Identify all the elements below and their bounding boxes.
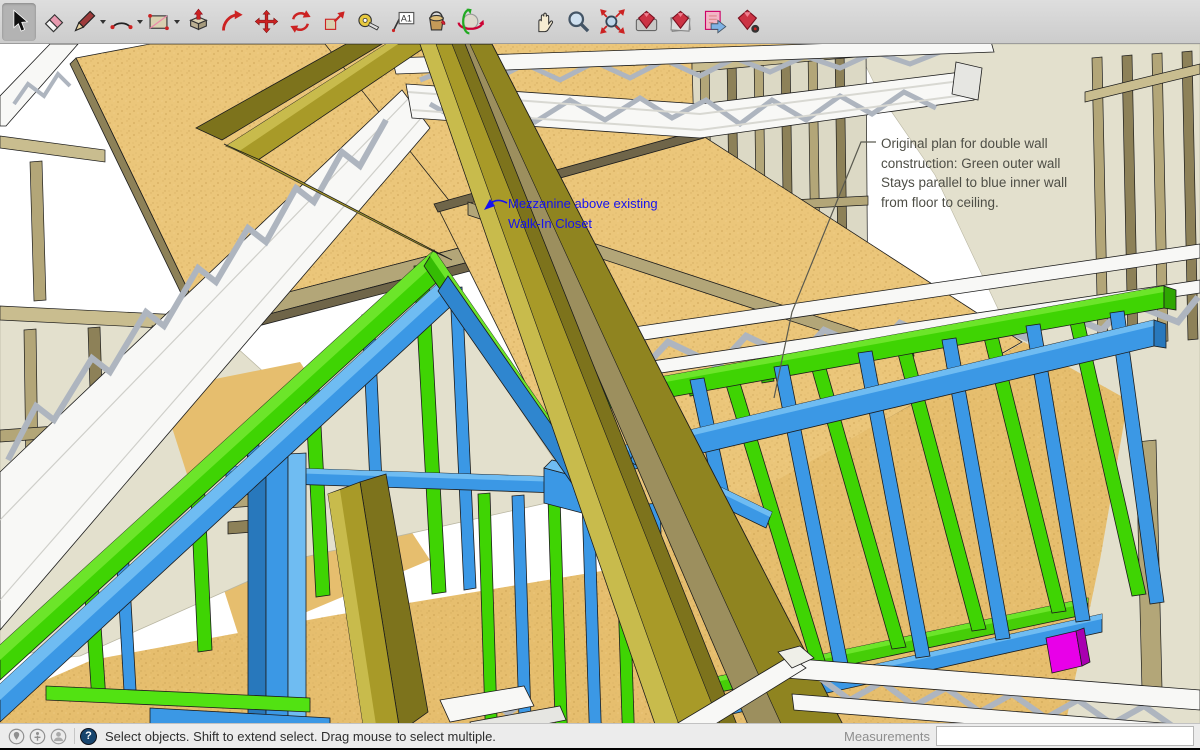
annotation-line: Original plan for double wall — [881, 134, 1067, 154]
magnifier-icon — [565, 8, 592, 35]
tape-measure-tool-button[interactable] — [351, 3, 385, 41]
statusbar-separator — [74, 728, 75, 744]
annotation-line: Walk-In Closet — [508, 214, 658, 234]
plugin-gem-export-button[interactable] — [697, 3, 731, 41]
scale-tool-button[interactable] — [317, 3, 351, 41]
zoom-extents-icon — [599, 8, 626, 35]
tape-measure-icon — [355, 8, 382, 35]
rectangle-tool-button[interactable] — [144, 3, 181, 41]
annotation-line: Stays parallel to blue inner wall — [881, 173, 1067, 193]
chevron-down-icon — [174, 20, 180, 24]
svg-text:A1: A1 — [400, 14, 411, 24]
push-pull-icon — [185, 8, 212, 35]
status-bar: ? Select objects. Shift to extend select… — [0, 723, 1200, 748]
annotation-line: from floor to ceiling. — [881, 193, 1067, 213]
geolocation-icon[interactable] — [8, 728, 25, 745]
plugin-gem-layers-button[interactable] — [663, 3, 697, 41]
move-icon — [253, 8, 280, 35]
pan-hand-icon — [531, 8, 558, 35]
sign-in-avatar-icon[interactable] — [50, 728, 67, 745]
paint-bucket-tool-button[interactable] — [419, 3, 453, 41]
select-cursor-icon — [6, 8, 33, 35]
eraser-icon — [40, 8, 67, 35]
paint-bucket-icon — [423, 8, 450, 35]
annotation-line: Mezzanine above existing — [508, 194, 658, 214]
rectangle-icon — [145, 8, 172, 35]
measurements-label: Measurements — [844, 729, 930, 744]
model-viewport[interactable] — [0, 0, 1200, 750]
push-pull-tool-button[interactable] — [181, 3, 215, 41]
arc-tool-button[interactable] — [107, 3, 144, 41]
annotation-line: construction: Green outer wall — [881, 154, 1067, 174]
gem-export-icon — [701, 8, 728, 35]
zoom-tool-button[interactable] — [561, 3, 595, 41]
plugin-gem-settings-button[interactable] — [731, 3, 765, 41]
orbit-icon — [457, 8, 484, 35]
zoom-extents-tool-button[interactable] — [595, 3, 629, 41]
pan-tool-button[interactable] — [527, 3, 561, 41]
orbit-tool-button[interactable] — [453, 3, 487, 41]
follow-me-tool-button[interactable] — [215, 3, 249, 41]
gem-box-icon — [633, 8, 660, 35]
annotation-double-wall[interactable]: Original plan for double wall constructi… — [881, 134, 1067, 212]
measurements-input[interactable] — [936, 726, 1194, 746]
move-tool-button[interactable] — [249, 3, 283, 41]
status-message: Select objects. Shift to extend select. … — [105, 729, 496, 744]
toolbar-group-separator — [487, 21, 527, 22]
line-tool-button[interactable] — [70, 3, 107, 41]
gem-layers-icon — [667, 8, 694, 35]
text-tool-button[interactable]: A1 — [385, 3, 419, 41]
gem-settings-icon — [735, 8, 762, 35]
scale-icon — [321, 8, 348, 35]
text-label-icon: A1 — [389, 8, 416, 35]
annotation-mezzanine[interactable]: Mezzanine above existing Walk-In Closet — [508, 194, 658, 234]
chevron-down-icon — [137, 20, 143, 24]
credits-icon[interactable] — [29, 728, 46, 745]
chevron-down-icon — [100, 20, 106, 24]
plugin-gem-box-button[interactable] — [629, 3, 663, 41]
arc-icon — [108, 8, 135, 35]
help-button[interactable]: ? — [80, 728, 97, 745]
eraser-tool-button[interactable] — [36, 3, 70, 41]
toolbar: A1 — [0, 0, 1200, 44]
rotate-tool-button[interactable] — [283, 3, 317, 41]
rotate-icon — [287, 8, 314, 35]
pencil-icon — [71, 8, 98, 35]
select-tool-button[interactable] — [2, 3, 36, 41]
follow-me-icon — [219, 8, 246, 35]
